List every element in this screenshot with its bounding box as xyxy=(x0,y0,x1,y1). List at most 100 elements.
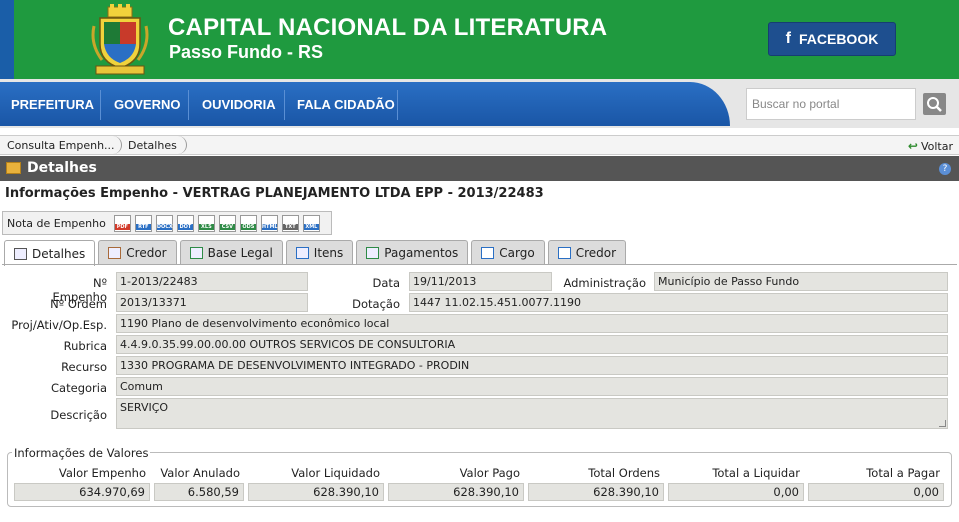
data-label: Data xyxy=(372,276,400,290)
breadcrumb-separator xyxy=(112,136,122,154)
tab-label: Credor xyxy=(575,246,617,260)
resize-handle-icon[interactable] xyxy=(939,420,946,427)
export-format-tag: DOT xyxy=(177,223,193,230)
tab-cargo[interactable]: Cargo xyxy=(471,240,545,265)
proj-field[interactable]: 1190 Plano de desenvolvimento econômico … xyxy=(116,314,948,333)
tab-underline xyxy=(2,264,957,265)
search-input[interactable]: Buscar no portal xyxy=(746,88,916,120)
descricao-label: Descrição xyxy=(50,408,107,422)
person-icon xyxy=(108,247,122,259)
tab-label: Base Legal xyxy=(207,246,273,260)
document-add-icon xyxy=(189,247,203,259)
valor-label: Valor Pago xyxy=(459,466,520,480)
dotacao-label: Dotação xyxy=(352,297,400,311)
breadcrumb-item-consulta[interactable]: Consulta Empenh... xyxy=(7,139,115,152)
valor-label: Valor Anulado xyxy=(160,466,240,480)
export-rtf-icon[interactable]: RTF xyxy=(134,214,152,232)
tab-label: Itens xyxy=(313,246,344,260)
back-label: Voltar xyxy=(920,139,953,153)
header-left-bar xyxy=(0,0,14,79)
export-txt-icon[interactable]: TXT xyxy=(281,214,299,232)
back-arrow-icon: ↩ xyxy=(907,139,918,153)
recurso-field[interactable]: 1330 PROGRAMA DE DESENVOLVIMENTO INTEGRA… xyxy=(116,356,948,375)
valor-field[interactable]: 628.390,10 xyxy=(248,483,384,501)
export-ods-icon[interactable]: ODS xyxy=(239,214,257,232)
valor-label: Total a Liquidar xyxy=(712,466,800,480)
nav-separator xyxy=(188,90,189,120)
search-button[interactable] xyxy=(923,93,946,115)
site-subtitle: Passo Fundo - RS xyxy=(169,42,324,62)
export-format-tag: CSV xyxy=(219,223,235,230)
stack-icon xyxy=(295,247,309,259)
export-docx-icon[interactable]: DOCX xyxy=(155,214,173,232)
ordem-field[interactable]: 2013/13371 xyxy=(116,293,308,312)
info-heading: Informações Empenho - VERTRAG PLANEJAMEN… xyxy=(5,186,544,201)
export-format-tag: XLS xyxy=(198,223,214,230)
empenho-field[interactable]: 1-2013/22483 xyxy=(116,272,308,291)
tab-label: Cargo xyxy=(499,246,535,260)
dotacao-field[interactable]: 1447 11.02.15.451.0077.1190 xyxy=(409,293,948,312)
site-header: CAPITAL NACIONAL DA LITERATURA Passo Fun… xyxy=(0,0,959,79)
valor-label: Total Ordens xyxy=(588,466,660,480)
valor-field[interactable]: 628.390,10 xyxy=(528,483,664,501)
facebook-button[interactable]: f FACEBOOK xyxy=(768,22,896,56)
back-link[interactable]: ↩ Voltar xyxy=(908,139,953,153)
tab-label: Detalhes xyxy=(32,246,86,261)
export-pdf-icon[interactable]: PDF xyxy=(113,214,131,232)
categoria-label: Categoria xyxy=(51,381,107,395)
nav-item-governo[interactable]: GOVERNO xyxy=(114,97,180,112)
export-format-tag: PDF xyxy=(114,223,130,230)
descricao-textarea[interactable]: SERVIÇO xyxy=(116,398,948,429)
section-header: Detalhes ? xyxy=(0,156,959,181)
valor-label: Valor Empenho xyxy=(58,466,146,480)
nav-item-fala-cidadao[interactable]: FALA CIDADÃO xyxy=(297,97,395,112)
export-dot-icon[interactable]: DOT xyxy=(176,214,194,232)
tab-label: Pagamentos xyxy=(384,246,459,260)
export-xml-icon[interactable]: XML xyxy=(302,214,320,232)
list-icon xyxy=(14,247,27,260)
nav-separator xyxy=(100,90,101,120)
tab-detalhes[interactable]: Detalhes xyxy=(4,240,96,266)
export-html-icon[interactable]: HTML xyxy=(260,214,278,232)
export-format-tag: TXT xyxy=(282,223,298,230)
tab-credor[interactable]: Credor xyxy=(547,240,627,265)
tab-base-legal[interactable]: Base Legal xyxy=(179,240,283,265)
tab-pagamentos[interactable]: Pagamentos xyxy=(356,240,469,265)
tab-bar: Detalhes Credor Base Legal Itens Pagamentos C… xyxy=(4,240,627,266)
administracao-label: Administração xyxy=(563,276,646,290)
proj-label: Proj/Ativ/Op.Esp. xyxy=(11,318,107,332)
tab-itens[interactable]: Itens xyxy=(285,240,354,265)
nav-item-ouvidoria[interactable]: OUVIDORIA xyxy=(202,97,276,112)
breadcrumb: Consulta Empenh... Detalhes ↩ Voltar xyxy=(0,135,959,155)
nav-item-prefeitura[interactable]: PREFEITURA xyxy=(11,97,94,112)
tab-label: Credor xyxy=(126,246,167,260)
city-crest-logo[interactable] xyxy=(90,4,150,76)
valor-field[interactable]: 634.970,69 xyxy=(14,483,150,501)
export-xls-icon[interactable]: XLS xyxy=(197,214,215,232)
export-format-tag: DOCX xyxy=(156,223,173,230)
help-icon[interactable]: ? xyxy=(939,163,951,175)
search-icon xyxy=(927,97,942,112)
section-title: Detalhes xyxy=(27,160,97,176)
window-icon xyxy=(557,247,571,259)
export-format-tag: HTML xyxy=(261,223,278,230)
categoria-field[interactable]: Comum xyxy=(116,377,948,396)
ordem-label: Nº Ordem xyxy=(50,297,107,311)
valor-field[interactable]: 628.390,10 xyxy=(388,483,524,501)
data-field[interactable]: 19/11/2013 xyxy=(409,272,552,291)
tab-credor[interactable]: Credor xyxy=(98,240,177,265)
export-format-tag: RTF xyxy=(135,223,151,230)
breadcrumb-item-detalhes[interactable]: Detalhes xyxy=(128,139,177,152)
export-csv-icon[interactable]: CSV xyxy=(218,214,236,232)
export-toolbar: Nota de Empenho PDF RTF DOCX DOT XLS CSV ODS HT… xyxy=(2,211,332,235)
rubrica-field[interactable]: 4.4.9.0.35.99.00.00.00 OUTROS SERVICOS D… xyxy=(116,335,948,354)
administracao-field[interactable]: Município de Passo Fundo xyxy=(654,272,948,291)
currency-icon xyxy=(366,247,380,259)
window-icon xyxy=(481,247,495,259)
valor-field[interactable]: 0,00 xyxy=(668,483,804,501)
valor-field[interactable]: 6.580,59 xyxy=(154,483,244,501)
descricao-text: SERVIÇO xyxy=(120,401,169,414)
facebook-icon: f xyxy=(785,30,791,47)
facebook-label: FACEBOOK xyxy=(798,31,879,47)
valor-field[interactable]: 0,00 xyxy=(808,483,944,501)
